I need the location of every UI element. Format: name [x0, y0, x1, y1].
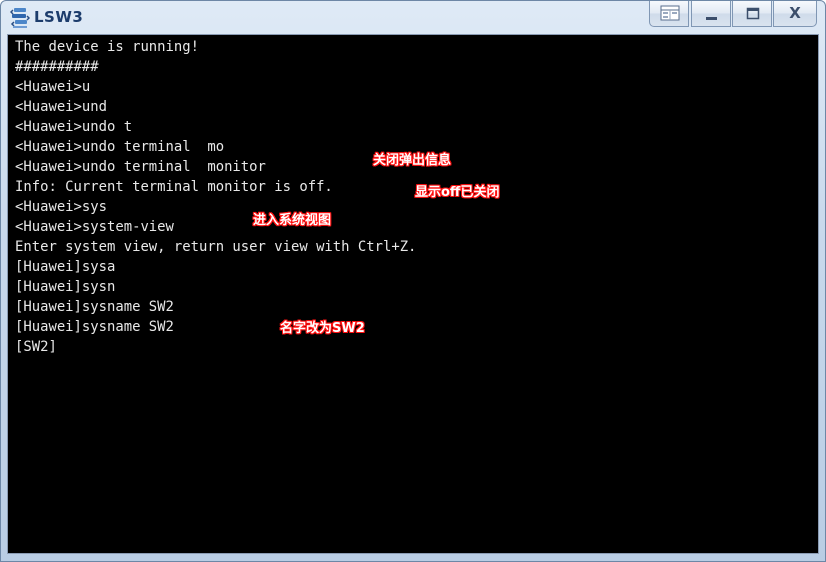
- terminal-line: ##########: [15, 59, 99, 75]
- restore-layout-icon: [660, 5, 680, 21]
- terminal-line: [Huawei]sysn: [15, 279, 116, 295]
- minimize-icon: [706, 17, 717, 20]
- window-title: LSW3: [34, 8, 84, 26]
- terminal-line: <Huawei>u: [15, 79, 91, 95]
- close-button[interactable]: X: [773, 1, 817, 27]
- terminal-line: [Huawei]sysa: [15, 259, 116, 275]
- terminal-line: <Huawei>sys: [15, 199, 107, 215]
- minimize-button[interactable]: [691, 1, 731, 27]
- title-bar[interactable]: LSW3 X: [1, 1, 825, 34]
- maximize-icon: [746, 7, 760, 20]
- terminal-line: <Huawei>und: [15, 99, 107, 115]
- terminal-line: Info: Current terminal monitor is off.: [15, 179, 333, 195]
- maximize-button[interactable]: [732, 1, 772, 27]
- terminal-line: Enter system view, return user view with…: [15, 239, 417, 255]
- terminal-line: <Huawei>undo t: [15, 119, 133, 135]
- annotation-enter-system-view: 进入系统视图: [253, 213, 332, 228]
- terminal-line: <Huawei>system-view: [15, 219, 174, 235]
- terminal-line: <Huawei>undo terminal mo: [15, 139, 225, 155]
- terminal-line: [Huawei]sysname SW2: [15, 299, 174, 315]
- terminal-output: The device is running! ########## <Huawe…: [15, 37, 416, 357]
- switch-app-icon: [10, 8, 30, 28]
- terminal-line: <Huawei>undo terminal monitor: [15, 159, 266, 175]
- annotation-close-popup: 关闭弹出信息: [373, 153, 452, 168]
- close-icon: X: [789, 4, 801, 22]
- terminal-line: The device is running!: [15, 39, 199, 55]
- restore-layout-button[interactable]: [649, 1, 689, 27]
- terminal-console[interactable]: The device is running! ########## <Huawe…: [7, 34, 819, 554]
- annotation-off-closed: 显示off已关闭: [415, 185, 500, 200]
- terminal-window: LSW3 X The device is running! ##########…: [0, 0, 826, 562]
- terminal-line: [SW2]: [15, 339, 57, 355]
- annotation-rename: 名字改为SW2: [280, 321, 365, 336]
